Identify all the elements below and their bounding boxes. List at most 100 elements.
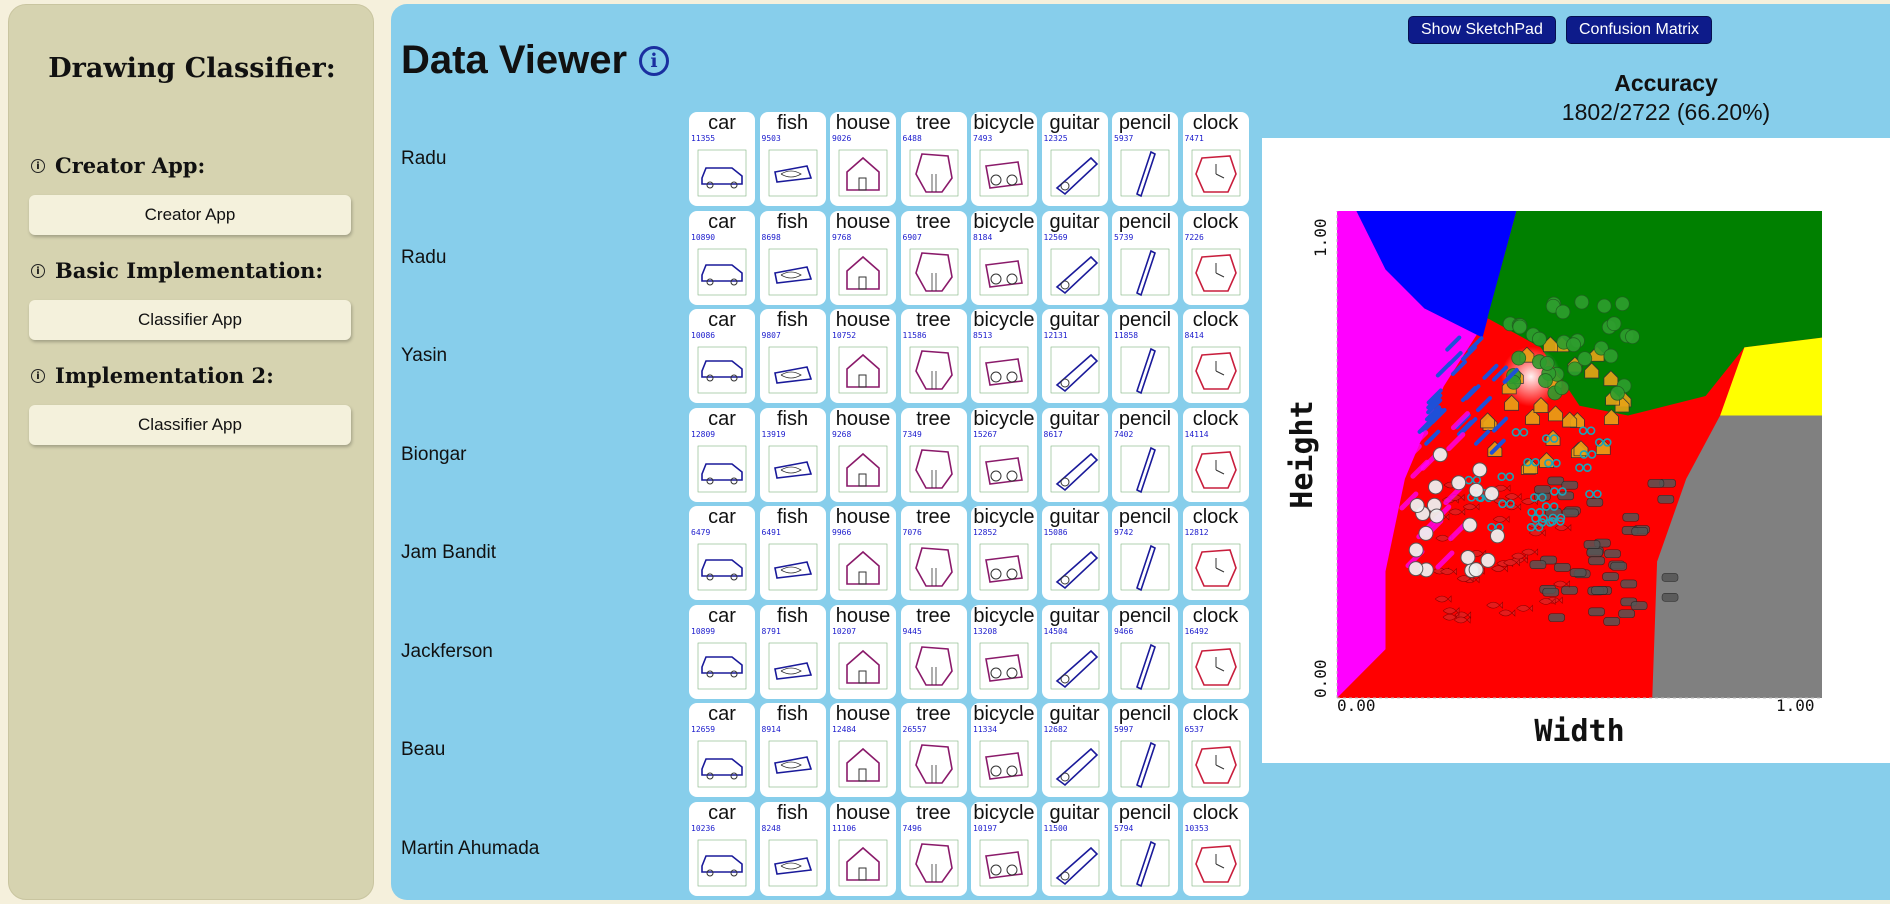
sample-cell[interactable]: fish 8248 — [759, 801, 826, 896]
sample-cell[interactable]: car 11355 — [689, 112, 755, 206]
sample-cell[interactable]: fish 13919 — [759, 407, 826, 502]
fish-drawing-icon — [768, 543, 817, 591]
data-point — [1620, 579, 1638, 589]
classifier-app-button-basic[interactable]: Classifier App — [29, 300, 351, 340]
tree-drawing-icon — [909, 839, 958, 886]
sample-cell[interactable]: tree 26557 — [900, 703, 967, 797]
main-panel: Data Viewer i Radu car 11355 fish 9503 house 9… — [391, 4, 1890, 900]
sample-cell[interactable]: clock 16492 — [1182, 604, 1249, 699]
sample-cell[interactable]: house 11106 — [830, 801, 896, 896]
data-point — [1484, 486, 1500, 502]
sample-cell[interactable]: tree 6488 — [900, 112, 967, 206]
sample-cell[interactable]: car 6479 — [689, 506, 755, 600]
sample-cell[interactable]: clock 10353 — [1182, 801, 1249, 896]
section-heading-basic: i Basic Implementation: — [31, 258, 323, 283]
sample-id: 9466 — [1114, 626, 1134, 636]
sample-cell[interactable]: clock 12812 — [1182, 506, 1249, 600]
sample-cell[interactable]: guitar 11500 — [1041, 801, 1108, 896]
chart-container[interactable]: 0.00 1.00 0.00 1.00 Width Height — [1262, 138, 1890, 763]
sample-cell[interactable]: house 9966 — [830, 506, 896, 600]
sample-cell[interactable]: tree 7496 — [900, 801, 967, 896]
sample-cell[interactable]: pencil 11858 — [1112, 309, 1178, 403]
sample-cell[interactable]: clock 14114 — [1182, 407, 1249, 502]
sample-cell[interactable]: tree 6907 — [900, 210, 967, 305]
info-icon[interactable]: i — [31, 263, 45, 278]
sample-cell[interactable]: bicycle 15267 — [971, 407, 1037, 502]
sample-id: 10086 — [691, 331, 716, 340]
sample-cell[interactable]: guitar 12325 — [1041, 112, 1108, 206]
sample-cell[interactable]: house 10752 — [830, 309, 896, 403]
guitar-drawing-icon — [1050, 642, 1099, 689]
row-name: Yasin — [401, 345, 448, 366]
sample-cell[interactable]: car 10890 — [689, 210, 755, 305]
info-icon[interactable]: i — [31, 158, 45, 173]
sample-cell[interactable]: car 10236 — [689, 801, 755, 896]
sample-cell[interactable]: pencil 5739 — [1112, 210, 1178, 305]
tree-drawing-icon — [909, 346, 958, 394]
sample-cell[interactable]: car 10899 — [689, 604, 755, 699]
sample-label: guitar — [1049, 703, 1100, 725]
sample-cell[interactable]: fish 8791 — [759, 604, 826, 699]
sample-cell[interactable]: pencil 5997 — [1112, 703, 1178, 797]
sample-cell[interactable]: car 10086 — [689, 309, 755, 403]
sample-cell[interactable]: pencil 5937 — [1112, 112, 1178, 206]
car-drawing-icon — [697, 543, 747, 591]
sample-cell[interactable]: bicycle 13208 — [971, 604, 1037, 699]
sample-cell[interactable]: guitar 8617 — [1041, 407, 1108, 502]
data-point — [1529, 560, 1547, 570]
sample-cell[interactable]: guitar 12131 — [1041, 309, 1108, 403]
sample-cell[interactable]: tree 11586 — [900, 309, 967, 403]
sample-label: car — [708, 210, 736, 233]
data-point — [1548, 613, 1565, 622]
data-point — [1432, 447, 1448, 463]
sample-cell[interactable]: tree 7349 — [900, 407, 967, 502]
sample-cell[interactable]: fish 9807 — [759, 309, 826, 403]
sample-cell[interactable]: clock 8414 — [1182, 309, 1249, 403]
sample-cell[interactable]: car 12659 — [689, 703, 755, 797]
info-icon[interactable]: i — [31, 368, 45, 383]
sample-cell[interactable]: bicycle 8513 — [971, 309, 1037, 403]
sample-cell[interactable]: car 12809 — [689, 407, 755, 502]
sidebar: Drawing Classifier: i Creator App: Creat… — [8, 4, 374, 900]
sample-cell[interactable]: pencil 9466 — [1112, 604, 1178, 699]
creator-app-button[interactable]: Creator App — [29, 195, 351, 235]
sample-cell[interactable]: guitar 12682 — [1041, 703, 1108, 797]
sample-cell[interactable]: bicycle 12852 — [971, 506, 1037, 600]
sample-cell[interactable]: pencil 7402 — [1112, 407, 1178, 502]
sample-cell[interactable]: house 9026 — [830, 112, 896, 206]
sample-cell[interactable]: fish 9503 — [759, 112, 826, 206]
sample-cell[interactable]: fish 8914 — [759, 703, 826, 797]
scatter-chart[interactable]: 0.00 1.00 0.00 1.00 Width Height — [1262, 138, 1890, 763]
sample-cell[interactable]: guitar 15086 — [1041, 506, 1108, 600]
sample-cell[interactable]: guitar 12569 — [1041, 210, 1108, 305]
sample-cell[interactable]: tree 9445 — [900, 604, 967, 699]
info-icon[interactable]: i — [639, 46, 669, 76]
clock-drawing-icon — [1191, 839, 1240, 886]
sample-cell[interactable]: bicycle 7493 — [971, 112, 1037, 206]
show-sketchpad-button[interactable]: Show SketchPad — [1408, 16, 1556, 44]
sample-cell[interactable]: clock 7226 — [1182, 210, 1249, 305]
data-point — [1539, 355, 1555, 371]
sample-cell[interactable]: pencil 9742 — [1112, 506, 1178, 600]
sample-cell[interactable]: house 9768 — [830, 210, 896, 305]
confusion-matrix-button[interactable]: Confusion Matrix — [1566, 16, 1713, 44]
sample-cell[interactable]: fish 6491 — [759, 506, 826, 600]
sample-cell[interactable]: clock 6537 — [1182, 703, 1249, 797]
sample-cell[interactable]: pencil 5794 — [1112, 801, 1178, 896]
sample-cell[interactable]: bicycle 10197 — [971, 801, 1037, 896]
sample-cell[interactable]: bicycle 8184 — [971, 210, 1037, 305]
sample-cell[interactable]: house 9268 — [830, 407, 896, 502]
sample-id: 5794 — [1114, 823, 1134, 833]
sample-cell[interactable]: house 10207 — [830, 604, 896, 699]
classifier-app-button-impl2[interactable]: Classifier App — [29, 405, 351, 445]
sample-cell[interactable]: house 12484 — [830, 703, 896, 797]
tree-drawing-icon — [909, 248, 958, 295]
sample-cell[interactable]: guitar 14504 — [1041, 604, 1108, 699]
sample-label: bicycle — [973, 112, 1035, 134]
sample-cell[interactable]: clock 7471 — [1182, 112, 1249, 206]
sample-cell[interactable]: fish 8698 — [759, 210, 826, 305]
data-point — [1429, 508, 1445, 524]
sample-cell[interactable]: bicycle 11334 — [971, 703, 1037, 797]
sample-cell[interactable]: tree 7076 — [900, 506, 967, 600]
sample-id: 11586 — [902, 331, 927, 340]
